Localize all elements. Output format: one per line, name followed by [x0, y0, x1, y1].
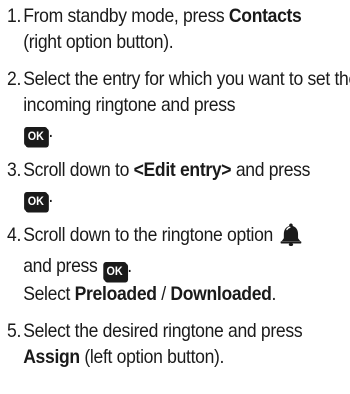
contacts-label: Contacts: [228, 5, 302, 27]
step-text: and press: [231, 159, 311, 181]
step-text: .: [48, 185, 53, 207]
step-text: Scroll down to the ringtone option: [23, 224, 273, 246]
instruction-page: 1. From standby mode, press Contacts (ri…: [0, 0, 350, 394]
downloaded-label: Downloaded: [170, 283, 272, 305]
step-5: 5. Select the desired ringtone and press…: [7, 318, 350, 370]
step-text: and press: [23, 255, 103, 277]
step-text: .: [127, 255, 132, 277]
assign-label: Assign: [23, 346, 80, 368]
edit-entry-label: <Edit entry>: [133, 159, 232, 181]
bell-icon: [278, 222, 302, 253]
ok-key-icon: OK: [24, 192, 48, 211]
step-text: Scroll down to: [23, 159, 134, 181]
step-number: 1.: [7, 5, 22, 27]
step-number: 3.: [7, 159, 22, 181]
step-number: 4.: [7, 224, 22, 246]
step-1: 1. From standby mode, press Contacts (ri…: [7, 3, 350, 55]
step-text: Select the desired ringtone and press: [23, 320, 303, 342]
step-text: Select: [23, 283, 75, 305]
steps-list: 1. From standby mode, press Contacts (ri…: [7, 3, 350, 370]
step-number: 2.: [7, 68, 22, 90]
step-text: From standby mode, press: [23, 5, 229, 27]
step-text: (left option button).: [79, 346, 225, 368]
step-text: (right option button).: [23, 31, 174, 53]
step-number: 5.: [7, 320, 22, 342]
step-3: 3. Scroll down to <Edit entry> and press…: [7, 157, 350, 211]
step-text: Select the entry for which you want to s…: [23, 68, 350, 116]
step-text: .: [48, 120, 53, 142]
step-4: 4. Scroll down to the ringtone option and…: [7, 222, 350, 307]
separator: /: [156, 283, 171, 305]
ok-key-icon: OK: [24, 127, 48, 146]
preloaded-label: Preloaded: [74, 283, 157, 305]
ok-key-icon: OK: [102, 262, 127, 281]
step-text: .: [271, 283, 277, 305]
step-2: 2. Select the entry for which you want t…: [7, 66, 350, 146]
